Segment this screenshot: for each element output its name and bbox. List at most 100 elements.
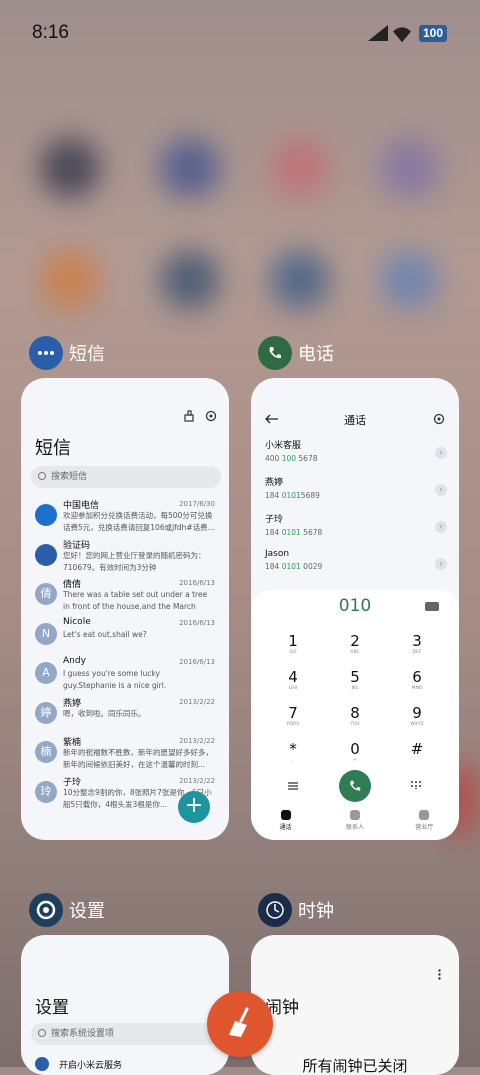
broom-icon [229,1007,249,1037]
contact-avatar: 玲 [35,780,57,803]
caller-name: 燕婷 [265,478,284,488]
chevron-right-icon[interactable]: › [435,558,447,570]
message-date: 2016/6/13 [179,618,215,627]
dial-key[interactable]: *, [263,740,323,774]
clear-all-button[interactable] [207,991,273,1057]
dial-key[interactable]: 3 DEF [387,632,447,666]
settings-app-header[interactable]: 设置 [29,893,105,927]
dial-key[interactable]: 1 GO [263,632,323,666]
message-preview: 欢迎参加积分兑换话费活动，每500分可兑换话费5元，兑换话费请回复106或jfd… [63,511,215,532]
phone-app-icon [258,336,292,370]
menu-icon[interactable] [288,782,298,790]
message-item[interactable]: N Nicole 2016/6/13 Let's eat out,shall we? [21,617,229,655]
dialpad-toggle-icon[interactable] [411,781,421,789]
phone-app-header[interactable]: 电话 [258,336,334,370]
message-date: 2016/6/13 [179,579,215,587]
status-bar: 8:16 100 [0,0,480,66]
message-item[interactable]: A Andy 2016/6/13 I guess you're some lucky … [21,656,229,694]
dial-key[interactable]: 8 TUV [325,704,385,738]
message-item[interactable]: 中国电信 2017/6/30 欢迎参加积分兑换话费活动，每500分可兑换话费5元，兑… [21,498,229,536]
phone-tab[interactable]: 通话 [261,808,311,838]
sms-app-header[interactable]: 短信 [29,336,105,370]
chevron-right-icon[interactable]: › [435,521,447,533]
settings-search-input[interactable]: 搜索系统设置项 [31,1023,221,1045]
contact-avatar: N [35,622,57,645]
contact-avatar: 倩 [35,583,57,605]
dial-key[interactable]: 9 WXYZ [387,704,447,738]
message-preview: 新年的祝福数不胜数，新年的愿望好多好多，新年的间候依旧美好，在这个温馨的时刻..… [63,748,213,769]
recent-call-item[interactable]: 子玲 184 0101 5678 › [265,512,449,546]
clock-card[interactable]: 闹钟 所有闹钟已关闭 [251,935,459,1075]
sms-card[interactable]: 短信 搜索短信 中国电信 2017/6/30 欢迎参加积分兑换话费活动，每500分可… [21,378,229,840]
call-button[interactable] [339,770,371,802]
battery-indicator: 100 [419,25,447,42]
wifi-icon [393,27,411,43]
dial-key[interactable]: # [387,740,447,774]
phone-app-name: 电话 [298,344,334,365]
recent-call-item[interactable]: 燕婷 184 01015689 › [265,475,449,509]
phone-tab-bar: 通话 联系人 营业厅 [251,808,459,838]
message-date: 2016/6/13 [179,658,215,666]
sms-search-placeholder: 搜索短信 [51,472,88,482]
settings-app-icon [29,893,63,927]
caller-name: Jason [265,549,290,559]
search-icon [38,1029,46,1037]
contact-avatar: A [35,662,57,684]
signal-icon [368,25,388,41]
sms-toolbar [183,410,217,422]
dial-key[interactable]: 2 ABC [325,632,385,666]
chevron-right-icon[interactable]: › [435,484,447,496]
dialpad: 010 1 GO 2 ABC 3 DEF 4 GHI 5 JKL 6 MNO 7 PQRS 8 TUV 9 WXY… [251,590,459,840]
recent-call-item[interactable]: 小米客服 400 100 5678 › [265,438,449,472]
dial-key[interactable]: 5 JKL [325,668,385,702]
message-sender: Nicole [63,616,91,627]
contact-avatar: 婷 [35,701,57,724]
message-item[interactable]: 验证码 您好！您的网上营业厅登录的随机密码为：710679。有效时间为3分钟 [21,538,229,576]
backspace-icon[interactable] [425,602,439,611]
settings-gear-icon[interactable] [205,410,217,422]
sms-app-icon [29,336,63,370]
settings-search-placeholder: 搜索系统设置项 [51,1029,115,1039]
message-item[interactable]: 婷燕婷 2013/2/22 嗯，收到啦。同乐同乐。 [21,696,229,734]
phone-title: 通话 [344,414,366,427]
clock-app-icon [258,893,292,927]
settings-card[interactable]: 设置 搜索系统设置项 开启小米云服务 [21,935,229,1075]
settings-app-name: 设置 [69,901,105,922]
clock-time: 8:16 [32,22,69,43]
message-item[interactable]: 倩倩倩 2016/6/13 There was a table set out un… [21,577,229,615]
chevron-right-icon[interactable]: › [435,447,447,459]
clean-icon[interactable] [183,410,195,422]
message-preview: 嗯，收到啦。同乐同乐。 [63,708,146,718]
caller-name: 小米客服 [265,441,302,451]
more-icon[interactable] [438,969,441,980]
message-preview: I guess you're some lucky guy.Stephanie … [63,669,167,690]
clock-app-header[interactable]: 时钟 [258,893,334,927]
phone-settings-icon[interactable] [433,413,445,425]
message-date: 2017/6/30 [179,500,215,508]
recent-call-item[interactable]: Jason 184 0101 0029 › [265,549,449,583]
caller-number: 184 01015689 [265,491,320,500]
dial-key[interactable]: 6 MNO [387,668,447,702]
search-icon [38,472,46,480]
contact-avatar: 楠 [35,741,57,763]
contact-avatar [35,543,57,566]
message-preview: Let's eat out,shall we? [63,629,147,639]
dial-key[interactable]: 7 PQRS [263,704,323,738]
phone-tab[interactable]: 联系人 [330,808,380,838]
settings-title: 设置 [35,998,69,1018]
compose-button[interactable]: + [178,791,210,823]
phone-card[interactable]: 通话 小米客服 400 100 5678 › 燕婷 184 01015689 › 子玲 184… [251,378,459,840]
settings-first-item[interactable]: 开启小米云服务 [59,1058,122,1071]
message-preview: 您好！您的网上营业厅登录的随机密码为：710679。有效时间为3分钟 [63,550,206,572]
dial-key[interactable]: 4 GHI [263,668,323,702]
message-item[interactable]: 楠紫楠 2013/2/22 新年的祝福数不胜数，新年的愿望好多好多，新年的间候依旧美… [21,735,229,773]
sms-search-input[interactable]: 搜索短信 [31,466,221,488]
dial-key[interactable]: 0 + [325,740,385,774]
clock-app-name: 时钟 [298,901,334,922]
message-sender: Andy [63,656,86,666]
caller-name: 子玲 [265,515,284,525]
phone-tab[interactable]: 营业厅 [399,808,449,838]
sms-title: 短信 [35,438,71,459]
message-date: 2013/2/22 [179,776,215,785]
cloud-icon [35,1057,49,1071]
